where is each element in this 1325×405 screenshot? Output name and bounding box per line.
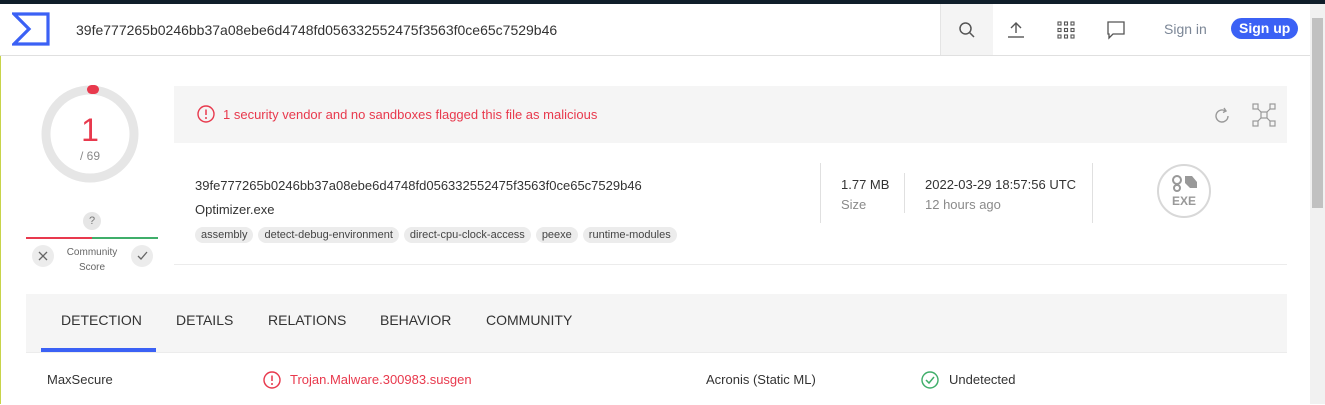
table-row: MaxSecure Trojan.Malware.300983.susgen A… [26,352,1287,405]
detection-result: Undetected [949,372,1016,387]
vendor-name: MaxSecure [47,372,113,387]
report-tabs: DETECTION DETAILS RELATIONS BEHAVIOR COM… [26,294,1287,352]
check-circle-icon [921,371,939,389]
engines-total: / 69 [79,149,100,163]
analysis-date: 2022-03-29 18:57:56 UTC [925,177,1077,192]
search-button[interactable] [940,4,993,55]
vote-harmless-button[interactable] [131,245,153,267]
file-name: Optimizer.exe [195,202,275,217]
chat-icon [1107,20,1125,40]
file-size-label: Size [841,197,867,212]
tab-behavior[interactable]: BEHAVIOR [380,294,451,352]
analysis-date-relative: 12 hours ago [925,197,1001,212]
sign-up-button[interactable]: Sign up [1231,18,1299,39]
file-tags: assembly detect-debug-environment direct… [195,227,677,243]
tag-chip[interactable]: direct-cpu-clock-access [403,227,531,243]
apps-grid-icon [1057,20,1075,39]
sign-in-link[interactable]: Sign in [1164,21,1207,37]
tag-chip[interactable]: runtime-modules [582,227,677,243]
tab-relations[interactable]: RELATIONS [268,294,346,352]
tab-detection[interactable]: DETECTION [41,294,156,352]
community-score-label: Community Score [60,245,124,275]
tag-chip[interactable]: detect-debug-environment [258,227,399,243]
reanalyze-icon[interactable] [1212,106,1232,126]
tab-community[interactable]: COMMUNITY [486,294,572,352]
scrollbar-thumb[interactable] [1312,18,1323,208]
community-label-line1: Community [66,247,118,258]
page-edge-rule [0,55,1,404]
detection-result[interactable]: Trojan.Malware.300983.susgen [290,372,472,387]
verdict-message: 1 security vendor and no sandboxes flagg… [223,107,598,122]
community-score-bar [26,237,158,239]
community-label-line2: Score [78,262,106,273]
upload-icon [1008,21,1024,38]
divider [1092,163,1093,223]
apps-button[interactable] [1046,4,1086,55]
vendor-name: Acronis (Static ML) [706,372,816,387]
tag-chip[interactable]: peexe [535,227,578,243]
file-type-label: EXE [1172,194,1196,208]
search-icon [959,21,975,38]
verdict-banner: 1 security vendor and no sandboxes flagg… [174,86,1287,143]
alert-circle-icon [263,371,281,389]
virustotal-logo[interactable] [12,12,50,46]
vote-harmful-button[interactable] [32,245,54,267]
graph-view-icon[interactable] [1252,103,1276,127]
close-icon [38,251,48,261]
file-hash[interactable]: 39fe777265b0246bb37a08ebe6d4748fd0563325… [195,178,642,193]
alert-circle-icon [197,105,215,123]
comments-button[interactable] [1096,4,1136,55]
upload-button[interactable] [996,4,1036,55]
search-input[interactable] [64,4,940,55]
community-help-icon[interactable]: ? [83,212,101,230]
exe-file-type-icon: EXE [1157,164,1211,218]
tab-details[interactable]: DETAILS [176,294,233,352]
file-size-value: 1.77 MB [841,177,890,192]
detection-score-gauge: 1 / 69 [40,84,140,184]
checkmark-icon [137,251,147,260]
tag-chip[interactable]: assembly [195,227,254,243]
detections-count: 1 [81,112,99,148]
file-summary-panel: 39fe777265b0246bb37a08ebe6d4748fd0563325… [174,143,1287,265]
header: Sign in Sign up [0,4,1310,56]
divider [820,163,821,223]
divider [904,173,905,213]
